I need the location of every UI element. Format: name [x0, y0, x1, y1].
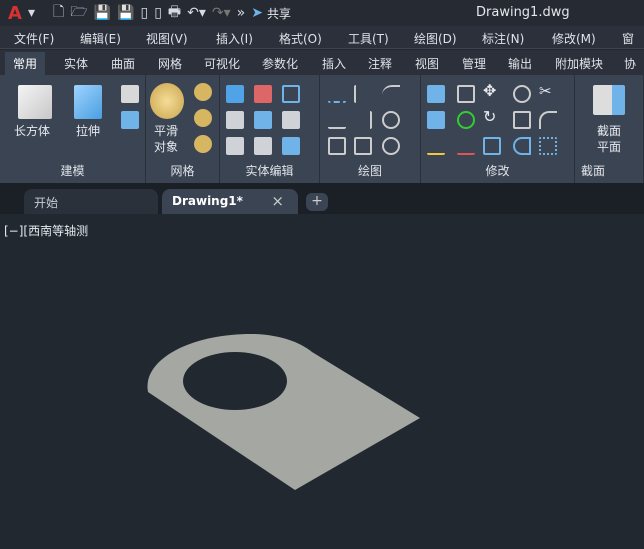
- plate-shape: [147, 333, 420, 490]
- drawing-canvas[interactable]: [0, 0, 644, 549]
